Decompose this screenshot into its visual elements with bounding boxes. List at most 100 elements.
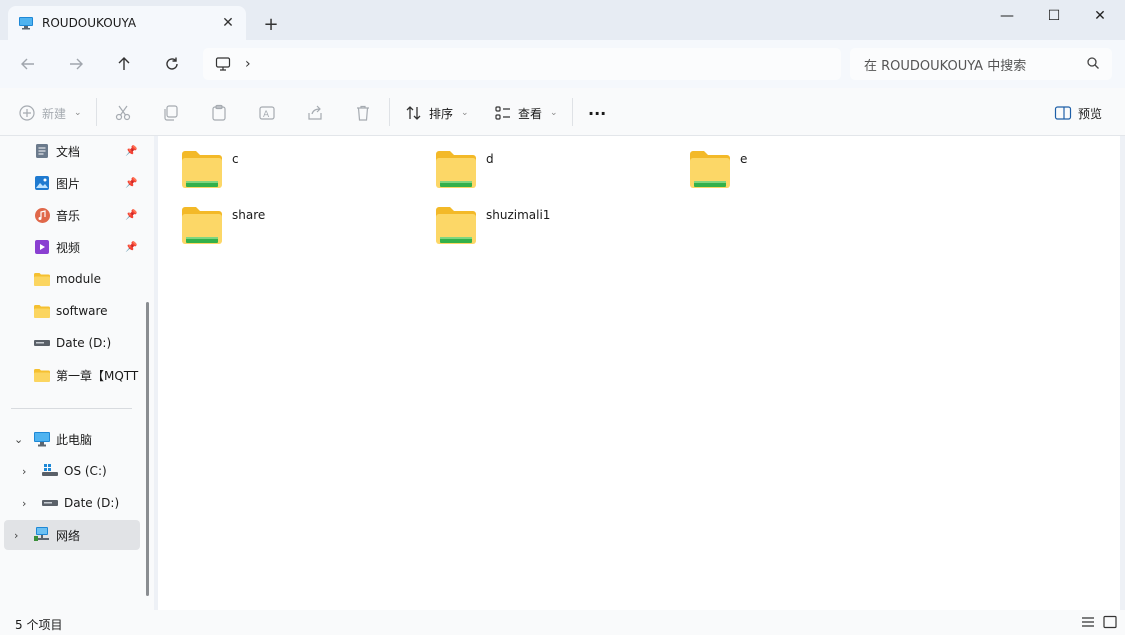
sort-label: 排序 — [429, 106, 454, 121]
folder-name: d — [486, 152, 494, 166]
sidebar-item-date-d[interactable]: Date (D:) — [0, 328, 140, 358]
search-icon[interactable] — [1086, 56, 1100, 70]
new-label: 新建 — [42, 106, 67, 121]
rename-button[interactable]: A — [258, 98, 276, 128]
folder-item-e[interactable]: e — [666, 136, 906, 188]
sidebar-item-label: module — [56, 272, 101, 286]
shared-folder-icon — [182, 151, 222, 188]
preview-button[interactable]: 预览 — [1054, 98, 1102, 128]
windows-drive-icon — [42, 464, 58, 476]
preview-label: 预览 — [1078, 106, 1103, 121]
sidebar-item-date-d-pc[interactable]: › Date (D:) — [0, 488, 140, 518]
tab-close-icon[interactable]: ✕ — [218, 13, 238, 33]
navigation-pane: 文档 📌 图片 📌 音乐 📌 视频 📌 module software Date… — [0, 136, 154, 610]
sidebar-item-software[interactable]: software — [0, 296, 140, 326]
arrow-up-icon — [118, 57, 130, 70]
sidebar-item-label: Date (D:) — [56, 336, 112, 350]
sidebar-item-mqtt-chapter[interactable]: 第一章【MQTT — [0, 360, 140, 390]
file-list: c d e share shuzimali1 — [158, 136, 1120, 610]
folder-item-share[interactable]: share — [158, 192, 398, 244]
sidebar-item-this-pc[interactable]: ⌄ 此电脑 — [0, 424, 140, 454]
share-button[interactable] — [306, 98, 324, 128]
close-button[interactable]: ✕ — [1077, 0, 1123, 32]
breadcrumb-chevron-icon[interactable]: › — [245, 56, 251, 72]
folder-item-shuzimali1[interactable]: shuzimali1 — [412, 192, 652, 244]
chevron-down-icon: ⌄ — [461, 108, 469, 118]
chevron-right-icon[interactable]: › — [22, 465, 26, 478]
paste-button[interactable] — [210, 98, 228, 128]
sidebar-item-music[interactable]: 音乐 📌 — [0, 200, 140, 230]
sidebar-item-videos[interactable]: 视频 📌 — [0, 232, 140, 262]
copy-button[interactable] — [162, 98, 180, 128]
rename-icon: A — [259, 106, 275, 120]
sidebar-item-label: 视频 — [56, 240, 81, 255]
sidebar-item-module[interactable]: module — [0, 264, 140, 294]
pin-icon: 📌 — [125, 209, 138, 221]
sidebar-item-label: 此电脑 — [56, 432, 93, 447]
separator — [572, 98, 573, 126]
sidebar-item-label: 文档 — [56, 144, 81, 159]
refresh-icon — [166, 57, 178, 70]
more-options-button[interactable]: ··· — [588, 98, 606, 128]
monitor-icon — [215, 57, 231, 71]
folder-item-c[interactable]: c — [158, 136, 398, 188]
folder-item-d[interactable]: d — [412, 136, 652, 188]
sidebar-item-label: 网络 — [56, 528, 81, 543]
pictures-icon — [35, 176, 49, 190]
arrow-right-icon — [70, 58, 83, 70]
details-view-icon[interactable] — [1080, 615, 1096, 629]
address-bar[interactable]: › — [203, 48, 841, 80]
separator — [96, 98, 97, 126]
item-count: 5 个项目 — [15, 618, 63, 632]
chevron-right-icon[interactable]: › — [22, 497, 26, 510]
separator — [389, 98, 390, 126]
status-bar: 5 个项目 — [0, 610, 1125, 635]
sidebar-item-os-c[interactable]: › OS (C:) — [0, 456, 140, 486]
folder-name: shuzimali1 — [486, 208, 551, 222]
sidebar-item-label: software — [56, 304, 108, 318]
folder-icon — [34, 273, 50, 286]
chevron-right-icon[interactable]: › — [14, 529, 18, 542]
sort-icon — [406, 106, 421, 120]
back-button[interactable] — [14, 50, 42, 78]
tab-title: ROUDOUKOUYA — [42, 16, 137, 30]
view-button[interactable]: 查看 ⌄ — [494, 98, 558, 128]
maximize-button[interactable]: ☐ — [1031, 0, 1077, 32]
forward-button[interactable] — [62, 50, 90, 78]
refresh-button[interactable] — [158, 50, 186, 78]
view-list-icon — [495, 106, 510, 120]
sidebar-item-label: 音乐 — [56, 208, 81, 223]
tiles-view-icon[interactable] — [1102, 615, 1118, 629]
sidebar-item-pictures[interactable]: 图片 📌 — [0, 168, 140, 198]
sidebar-item-documents[interactable]: 文档 📌 — [0, 136, 140, 166]
videos-icon — [35, 240, 49, 254]
chevron-down-icon: ⌄ — [74, 108, 82, 118]
sidebar-item-network[interactable]: › 网络 — [4, 520, 140, 550]
sidebar-scrollbar[interactable] — [146, 302, 149, 596]
folder-icon — [34, 369, 50, 382]
view-label: 查看 — [518, 106, 543, 121]
search-placeholder: 在 ROUDOUKOUYA 中搜索 — [864, 58, 1027, 74]
new-tab-button[interactable]: + — [260, 13, 282, 35]
cut-button[interactable] — [114, 98, 132, 128]
chevron-down-icon[interactable]: ⌄ — [14, 433, 23, 446]
sidebar-item-label: OS (C:) — [64, 464, 107, 478]
computer-icon — [19, 17, 33, 30]
folder-name: share — [232, 208, 266, 222]
delete-button[interactable] — [354, 98, 372, 128]
sidebar-item-label: 图片 — [56, 176, 81, 191]
trash-icon — [357, 105, 369, 121]
share-icon — [308, 105, 322, 120]
search-input[interactable]: 在 ROUDOUKOUYA 中搜索 — [850, 48, 1112, 80]
tab-roudoukouya[interactable]: ROUDOUKOUYA ✕ — [8, 6, 246, 40]
documents-icon — [36, 144, 48, 158]
computer-icon — [34, 432, 50, 447]
clipboard-icon — [212, 104, 226, 121]
minimize-button[interactable]: — — [984, 0, 1030, 32]
sort-button[interactable]: 排序 ⌄ — [405, 98, 469, 128]
pin-icon: 📌 — [125, 177, 138, 189]
shared-folder-icon — [182, 207, 222, 244]
up-button[interactable] — [110, 50, 138, 78]
sidebar-item-label: Date (D:) — [64, 496, 120, 510]
new-button[interactable]: 新建 ⌄ — [18, 98, 82, 128]
